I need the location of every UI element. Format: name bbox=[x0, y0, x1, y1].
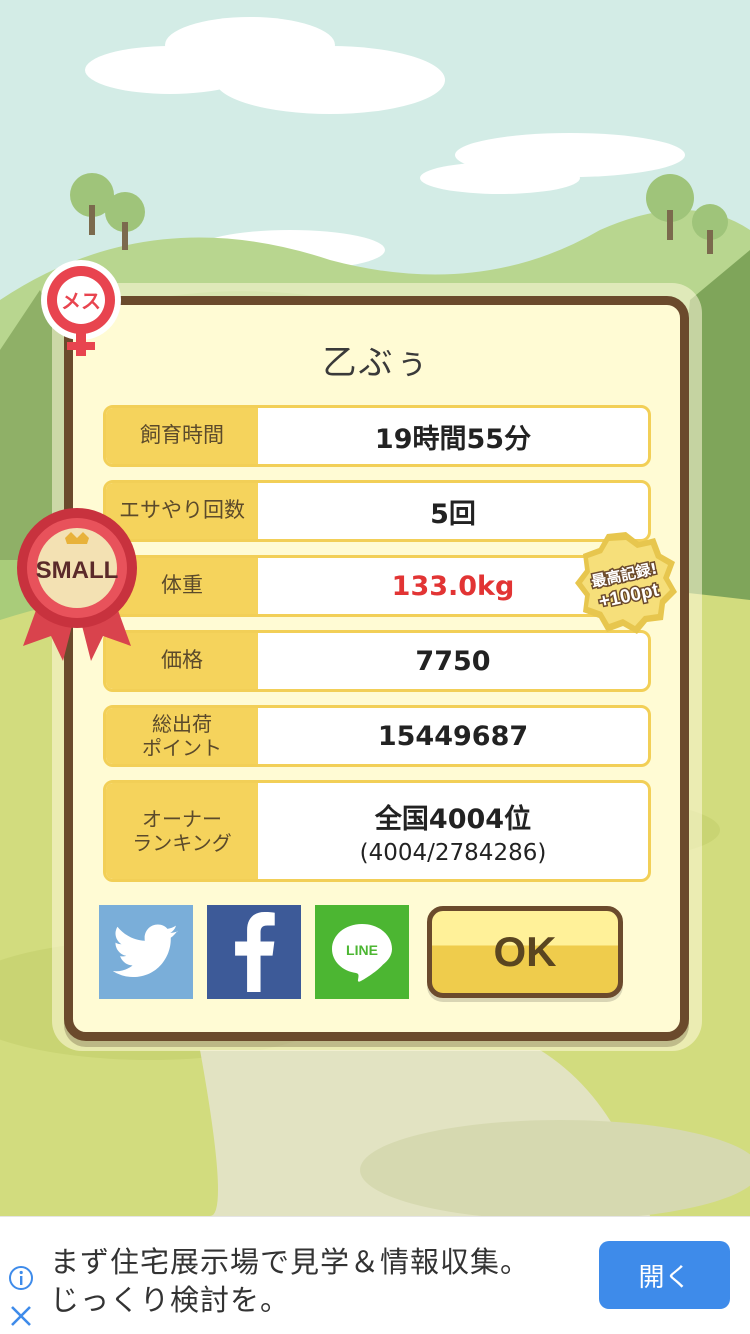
line-share-button[interactable]: LINE bbox=[315, 905, 409, 999]
twitter-share-button[interactable] bbox=[99, 905, 193, 999]
stat-value: 15449687 bbox=[377, 720, 529, 752]
stat-row-breeding-time: 飼育時間 19時間55分 bbox=[103, 405, 651, 467]
twitter-bird-icon bbox=[113, 924, 178, 978]
size-text: SMALL bbox=[36, 557, 119, 584]
ad-line1: まず住宅展示場で見学＆情報収集。 bbox=[50, 1245, 531, 1279]
info-icon[interactable] bbox=[8, 1265, 34, 1291]
facebook-share-button[interactable] bbox=[207, 905, 301, 999]
line-label: LINE bbox=[346, 942, 378, 958]
stat-row-weight: 体重 133.0kg bbox=[103, 555, 651, 617]
close-icon[interactable] bbox=[8, 1303, 34, 1329]
ad-text: まず住宅展示場で見学＆情報収集。 じっくり検討を。 bbox=[50, 1243, 570, 1319]
stat-value: 19時間55分 bbox=[374, 423, 532, 455]
line-speech-icon: LINE bbox=[332, 924, 392, 982]
stat-value: 全国4004位 (4004/2784286) bbox=[258, 783, 648, 879]
best-record-badge: 最高記録! +100pt bbox=[571, 528, 681, 642]
ad-open-button[interactable]: 開く bbox=[599, 1241, 730, 1309]
ok-button[interactable]: OK bbox=[427, 906, 623, 998]
small-size-ribbon-badge: SMALL bbox=[13, 496, 141, 670]
stat-row-price: 価格 7750 bbox=[103, 630, 651, 692]
stat-row-shipping-points: 総出荷 ポイント 15449687 bbox=[103, 705, 651, 767]
stat-label: オーナー ランキング bbox=[106, 783, 258, 879]
stat-label: 総出荷 ポイント bbox=[106, 708, 258, 764]
ranking-value: 全国4004位 bbox=[374, 803, 532, 835]
stat-row-owner-ranking: オーナー ランキング 全国4004位 (4004/2784286) bbox=[103, 780, 651, 882]
facebook-f-icon bbox=[235, 912, 275, 992]
female-gender-badge: メス bbox=[35, 258, 127, 362]
stat-row-feeding-count: エサやり回数 5回 bbox=[103, 480, 651, 542]
ranking-detail: (4004/2784286) bbox=[359, 839, 547, 866]
pet-name: 乙ぶぅ bbox=[322, 343, 431, 383]
gender-text: メス bbox=[61, 289, 101, 313]
ad-banner[interactable]: まず住宅展示場で見学＆情報収集。 じっくり検討を。 開く bbox=[0, 1216, 750, 1334]
pet-result-panel: 乙ぶぅ 飼育時間 19時間55分 エサやり回数 5回 体重 133.0kg 価格… bbox=[64, 296, 689, 1041]
stat-label: 飼育時間 bbox=[106, 408, 258, 464]
ad-line2: じっくり検討を。 bbox=[50, 1283, 291, 1317]
